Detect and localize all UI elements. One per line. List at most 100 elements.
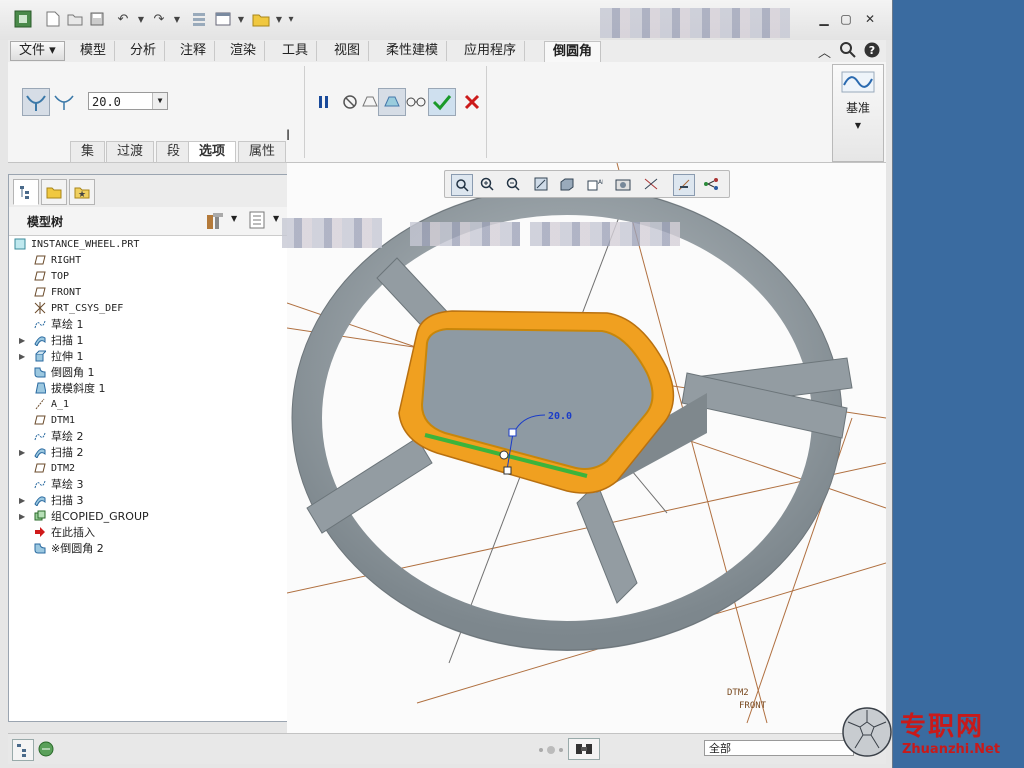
tab-view[interactable]: 视图 (326, 41, 370, 61)
tab-file[interactable]: 文件 ▾ (10, 41, 65, 61)
subtab-transitions[interactable]: 过渡 (106, 141, 155, 163)
tree-item[interactable]: 拔模斜度 1 (9, 381, 285, 397)
ribbon-separator (304, 66, 305, 158)
confirm-button[interactable] (428, 88, 456, 116)
zoom-out-icon[interactable] (503, 174, 523, 194)
datum-display-filters-icon[interactable] (673, 174, 695, 196)
tab-applications[interactable]: 应用程序 (456, 41, 526, 61)
tree-item[interactable]: 草绘 1 (9, 317, 285, 333)
subtab-options[interactable]: 选项 (188, 141, 237, 163)
datum-plane-icon (33, 462, 47, 476)
constant-round-icon[interactable] (22, 88, 50, 116)
saved-orientations-icon[interactable]: AB (585, 174, 605, 194)
tree-settings-dropdown-icon[interactable]: ▼ (231, 214, 237, 223)
subtab-properties[interactable]: 属性 (238, 141, 287, 163)
tree-root[interactable]: INSTANCE_WHEEL.PRT (9, 237, 285, 253)
tab-analysis[interactable]: 分析 (122, 41, 166, 61)
repaint-icon[interactable] (531, 174, 551, 194)
tree-item[interactable]: ▶ 拉伸 1 (9, 349, 285, 365)
zoom-in-icon[interactable] (477, 174, 497, 194)
tree-item[interactable]: ▶ 扫描 2 (9, 445, 285, 461)
tab-model[interactable]: 模型 (72, 41, 116, 61)
expand-arrow-icon[interactable]: ▶ (19, 349, 25, 365)
redo-dropdown-icon[interactable]: ▼ (168, 10, 186, 28)
tree-item[interactable]: 草绘 3 (9, 477, 285, 493)
model-tree-tab-icon[interactable] (13, 179, 39, 205)
maximize-icon[interactable]: ▢ (838, 11, 854, 27)
help-icon[interactable]: ? (864, 42, 880, 62)
tree-item[interactable]: 在此插入 (9, 525, 285, 541)
undo-icon[interactable]: ↶ (114, 10, 132, 28)
tree-item[interactable]: FRONT (9, 285, 285, 301)
show-list-icon[interactable] (249, 211, 265, 232)
tree-item[interactable]: ▶ 扫描 1 (9, 333, 285, 349)
favorites-tab-icon[interactable]: ★ (69, 179, 95, 205)
collapse-ribbon-icon[interactable]: ︿ (818, 42, 831, 61)
tab-annotate[interactable]: 注释 (172, 41, 216, 61)
radius-dropdown-icon[interactable]: ▼ (152, 93, 167, 109)
customize-toolbar-icon[interactable]: ▾ (282, 10, 300, 28)
open-file-icon[interactable] (66, 10, 84, 28)
blurred-overlay (530, 222, 680, 246)
windows-icon[interactable] (214, 10, 232, 28)
tree-item[interactable]: DTM1 (9, 413, 285, 429)
search-icon[interactable] (840, 42, 856, 62)
find-icon[interactable] (568, 738, 600, 760)
tab-render[interactable]: 渲染 (222, 41, 266, 61)
selection-filter-select[interactable]: 全部 (704, 740, 854, 756)
expand-arrow-icon[interactable]: ▶ (19, 493, 25, 509)
cancel-button[interactable] (458, 88, 486, 116)
tree-item[interactable]: RIGHT (9, 253, 285, 269)
radius-combo[interactable]: 20.0 ▼ (88, 92, 168, 110)
dimension-label[interactable]: 20.0 (548, 411, 572, 422)
tree-item[interactable]: 草绘 2 (9, 429, 285, 445)
tree-item[interactable]: 倒圆角 1 (9, 365, 285, 381)
refit-icon[interactable] (451, 174, 473, 196)
close-icon[interactable]: ✕ (862, 11, 878, 27)
toggle-browser-icon[interactable] (36, 739, 56, 759)
tree-item[interactable]: A_1 (9, 397, 285, 413)
show-dropdown-icon[interactable]: ▼ (273, 214, 279, 223)
tree-item[interactable]: ※倒圆角 2 (9, 541, 285, 557)
tree-item[interactable]: DTM2 (9, 461, 285, 477)
toggle-navigator-icon[interactable] (12, 739, 34, 761)
graphics-viewport[interactable]: 20.0 DTM2 FRONT (287, 163, 886, 733)
annotation-display-icon[interactable] (701, 174, 721, 194)
tree-item-label: PRT_CSYS_DEF (51, 303, 124, 314)
tree-item[interactable]: ▶ 扫描 3 (9, 493, 285, 509)
view-manager-icon[interactable] (613, 174, 633, 194)
full-round-icon[interactable] (50, 88, 78, 116)
round-icon (33, 542, 47, 556)
display-style-icon[interactable] (557, 174, 577, 194)
tab-round[interactable]: 倒圆角 (544, 41, 602, 64)
tree-item-label: 扫描 2 (51, 446, 84, 459)
subtab-sets[interactable]: 集 (70, 141, 106, 163)
tree-item[interactable]: TOP (9, 269, 285, 285)
tree-item[interactable]: ▶ 组COPIED_GROUP (9, 509, 285, 525)
perspective-icon[interactable] (641, 174, 661, 194)
blurred-title (600, 8, 790, 38)
folder-browser-tab-icon[interactable] (41, 179, 67, 205)
tab-flexible-modeling[interactable]: 柔性建模 (378, 41, 448, 61)
regenerate-icon[interactable] (190, 10, 208, 28)
datum-button[interactable]: 基准 ▼ (832, 64, 884, 162)
save-icon[interactable] (88, 10, 106, 28)
minimize-icon[interactable]: ▁ (816, 11, 832, 27)
tree-item-label: 扫描 1 (51, 334, 84, 347)
axis-icon (33, 398, 47, 412)
new-file-icon[interactable] (44, 10, 62, 28)
pause-icon[interactable] (310, 88, 338, 116)
folder-icon[interactable] (252, 10, 270, 28)
verify-mode-icon[interactable] (402, 88, 430, 116)
undo-dropdown-icon[interactable]: ▼ (132, 10, 150, 28)
expand-arrow-icon[interactable]: ▶ (19, 333, 25, 349)
windows-dropdown-icon[interactable]: ▼ (232, 10, 250, 28)
expand-arrow-icon[interactable]: ▶ (19, 509, 25, 525)
datum-dropdown-icon[interactable]: ▼ (833, 121, 883, 130)
redo-icon[interactable]: ↷ (150, 10, 168, 28)
tree-settings-icon[interactable] (205, 211, 225, 234)
tab-tools[interactable]: 工具 (274, 41, 318, 61)
expand-arrow-icon[interactable]: ▶ (19, 445, 25, 461)
subtab-pieces[interactable]: 段 (156, 141, 192, 163)
tree-item[interactable]: PRT_CSYS_DEF (9, 301, 285, 317)
